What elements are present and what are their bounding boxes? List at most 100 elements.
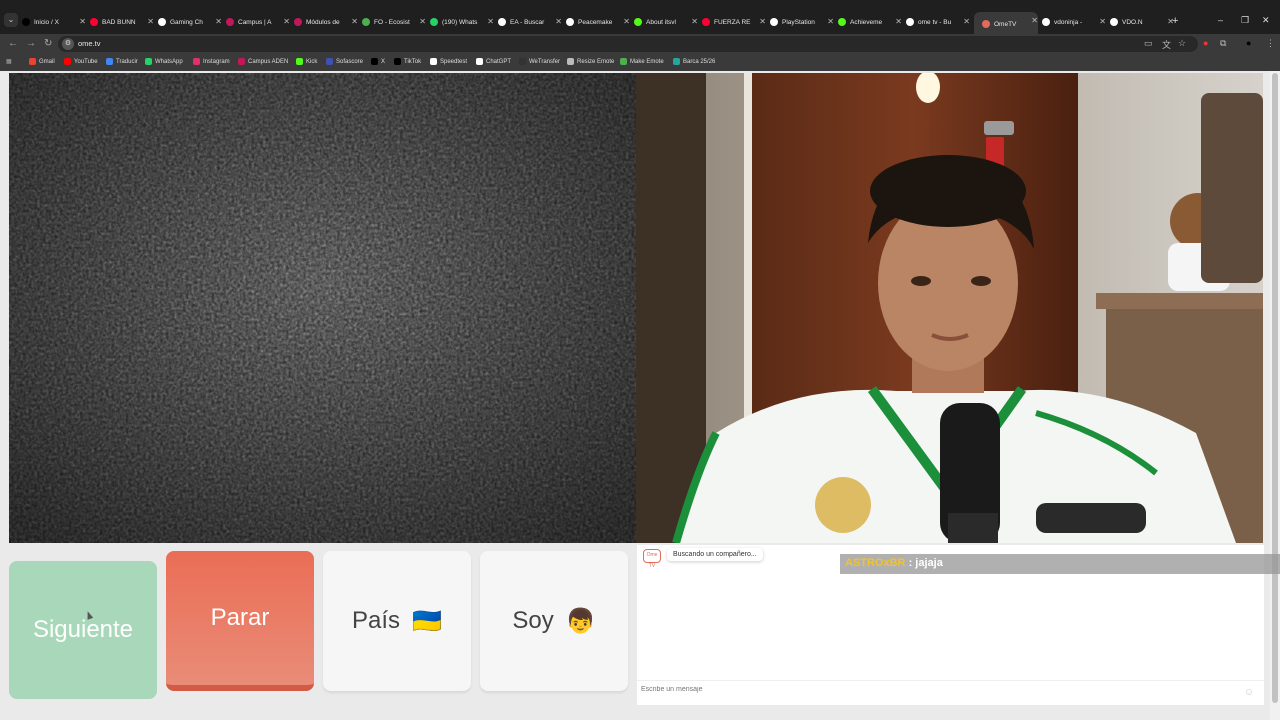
- tab-close-icon[interactable]: ✕: [623, 17, 630, 26]
- browser-tab[interactable]: vdoninja - ✕: [1042, 13, 1106, 31]
- browser-tab[interactable]: Inicio / X ✕: [22, 13, 86, 31]
- bookmark-favicon-icon: [238, 58, 245, 65]
- bookmark-favicon-icon: [476, 58, 483, 65]
- ukraine-flag-icon: 🇺🇦: [412, 607, 442, 635]
- bookmark-favicon-icon: [673, 58, 680, 65]
- browser-tab[interactable]: ome tv - Bu ✕: [906, 13, 970, 31]
- gender-button-label: Soy: [512, 607, 554, 634]
- profile-avatar-icon[interactable]: ●: [1246, 38, 1251, 48]
- new-tab-button[interactable]: +: [1172, 15, 1178, 27]
- tab-close-icon[interactable]: ✕: [79, 17, 86, 26]
- bookmark-item[interactable]: TikTok: [394, 58, 421, 65]
- bookmark-label: Sofascore: [336, 58, 364, 65]
- bookmark-label: Traducir: [116, 58, 138, 65]
- menu-kebab-icon[interactable]: ⋮: [1266, 38, 1275, 49]
- tab-close-icon[interactable]: ✕: [283, 17, 290, 26]
- tab-favicon-icon: [362, 18, 370, 26]
- address-bar[interactable]: ⚙ ome.tv: [58, 36, 1198, 52]
- cast-icon[interactable]: ▭: [1144, 38, 1153, 49]
- tab-favicon-icon: [1042, 18, 1050, 26]
- bookmark-item[interactable]: X: [371, 58, 385, 65]
- forward-icon[interactable]: →: [26, 38, 36, 49]
- bookmark-item[interactable]: YouTube: [64, 58, 98, 65]
- site-info-icon[interactable]: ⚙: [62, 38, 74, 50]
- overlay-separator: :: [905, 557, 916, 569]
- gender-button[interactable]: Soy 👦: [480, 551, 628, 691]
- browser-tab[interactable]: PlayStation ✕: [770, 13, 834, 31]
- back-icon[interactable]: ←: [8, 38, 18, 49]
- browser-tab[interactable]: Campus | A ✕: [226, 13, 290, 31]
- browser-tab[interactable]: (190) Whats ✕: [430, 13, 494, 31]
- tab-close-icon[interactable]: ✕: [1099, 17, 1106, 26]
- browser-tab[interactable]: Peacemake ✕: [566, 13, 630, 31]
- bookmark-item[interactable]: WeTransfer: [519, 58, 560, 65]
- browser-tab[interactable]: OmeTV ✕: [974, 12, 1038, 36]
- tab-close-icon[interactable]: ✕: [827, 17, 834, 26]
- bookmark-item[interactable]: WhatsApp: [145, 58, 183, 65]
- bookmark-item[interactable]: Gmail: [29, 58, 55, 65]
- bookmark-item[interactable]: Make Emote: [620, 58, 664, 65]
- tab-close-icon[interactable]: ✕: [351, 17, 358, 26]
- restore-icon[interactable]: ❐: [1241, 15, 1249, 26]
- browser-tab[interactable]: Achieveme ✕: [838, 13, 902, 31]
- tab-close-icon[interactable]: ✕: [487, 17, 494, 26]
- scrollbar-thumb[interactable]: [1272, 73, 1278, 703]
- apps-grid-icon[interactable]: ▦: [6, 58, 12, 65]
- bookmark-item[interactable]: Speedtest: [430, 58, 467, 65]
- browser-tab[interactable]: BAD BUNN ✕: [90, 13, 154, 31]
- boy-icon: 👦: [565, 607, 596, 635]
- tab-close-icon[interactable]: ✕: [1031, 16, 1038, 25]
- tab-search-button[interactable]: ⌄: [4, 13, 18, 27]
- country-button[interactable]: País 🇺🇦: [323, 551, 471, 691]
- browser-tab[interactable]: VDO.N ✕: [1110, 13, 1174, 31]
- tab-close-icon[interactable]: ✕: [215, 17, 222, 26]
- tab-close-icon[interactable]: ✕: [691, 17, 698, 26]
- tab-favicon-icon: [634, 18, 642, 26]
- minimize-icon[interactable]: –: [1218, 15, 1223, 25]
- bookmark-item[interactable]: Barca 25/26: [673, 58, 715, 65]
- chat-status-message: Buscando un compañero...: [667, 548, 763, 561]
- reload-icon[interactable]: ↻: [44, 38, 52, 49]
- stop-button[interactable]: Parar: [166, 551, 314, 691]
- tab-close-icon[interactable]: ✕: [895, 17, 902, 26]
- bookmark-label: Kick: [306, 58, 318, 65]
- chat-input-area: ☺: [637, 680, 1264, 702]
- emoji-picker-icon[interactable]: ☺: [1244, 687, 1254, 698]
- tab-favicon-icon: [906, 18, 914, 26]
- tab-close-icon[interactable]: ✕: [759, 17, 766, 26]
- page-scrollbar[interactable]: [1270, 71, 1280, 720]
- bookmark-item[interactable]: Instagram: [193, 58, 230, 65]
- tab-favicon-icon: [1110, 18, 1118, 26]
- bookmark-item[interactable]: Resize Emote: [567, 58, 614, 65]
- bookmark-favicon-icon: [106, 58, 113, 65]
- browser-tab[interactable]: FUERZA RE ✕: [702, 13, 766, 31]
- browser-toolbar: ← → ↻ ⚙ ome.tv ▭ 文 ☆ ● ⧉ ● ⋮: [0, 34, 1280, 54]
- bookmark-item[interactable]: Kick: [296, 58, 317, 65]
- bookmark-label: WeTransfer: [529, 58, 561, 65]
- tab-close-icon[interactable]: ✕: [419, 17, 426, 26]
- tab-favicon-icon: [702, 18, 710, 26]
- bookmark-item[interactable]: Traducir: [106, 58, 138, 65]
- extensions-icon[interactable]: ⧉: [1220, 38, 1226, 49]
- url-text[interactable]: ome.tv: [78, 39, 101, 48]
- bookmark-item[interactable]: Sofascore: [326, 58, 363, 65]
- close-window-icon[interactable]: ✕: [1262, 15, 1270, 26]
- bookmark-favicon-icon: [567, 58, 574, 65]
- browser-tab[interactable]: FO - Ecosist ✕: [362, 13, 426, 31]
- bookmark-item[interactable]: ChatGPT: [476, 58, 511, 65]
- browser-tab[interactable]: Gaming Ch ✕: [158, 13, 222, 31]
- partner-video-static: [9, 73, 636, 543]
- browser-tab[interactable]: EA - Buscar ✕: [498, 13, 562, 31]
- translate-icon[interactable]: 文: [1162, 38, 1171, 51]
- next-button[interactable]: Siguiente: [9, 561, 157, 699]
- bookmark-star-icon[interactable]: ☆: [1178, 38, 1186, 49]
- chat-message-input[interactable]: [641, 686, 1231, 693]
- bookmark-item[interactable]: Campus ADEN: [238, 58, 288, 65]
- bookmarks-bar: ▦ Gmail YouTube Traducir WhatsApp Instagram C…: [0, 54, 1280, 71]
- extension-record-icon[interactable]: ●: [1203, 38, 1208, 48]
- browser-tab[interactable]: About itsvl ✕: [634, 13, 698, 31]
- tab-close-icon[interactable]: ✕: [963, 17, 970, 26]
- tab-close-icon[interactable]: ✕: [147, 17, 154, 26]
- tab-close-icon[interactable]: ✕: [555, 17, 562, 26]
- browser-tab[interactable]: Módulos de ✕: [294, 13, 358, 31]
